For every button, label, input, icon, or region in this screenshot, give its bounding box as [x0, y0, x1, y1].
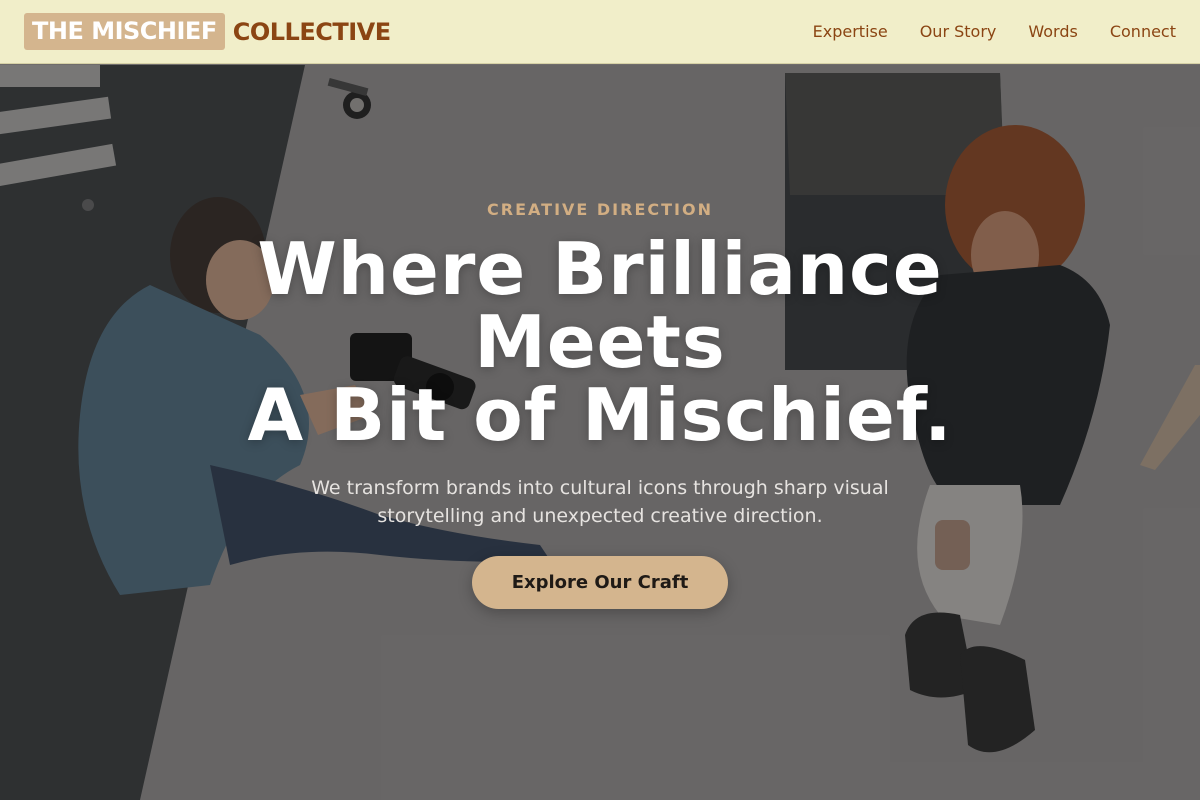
hero-section: CREATIVE DIRECTION Where Brilliance Meet… [0, 65, 1200, 800]
headline-line-3: A Bit of Mischief. [247, 373, 953, 457]
explore-craft-button[interactable]: Explore Our Craft [472, 556, 728, 609]
logo-wordmark: COLLECTIVE [232, 17, 391, 46]
headline-line-2: Meets [474, 300, 726, 384]
nav-link-connect[interactable]: Connect [1110, 22, 1176, 41]
nav-link-words[interactable]: Words [1028, 22, 1077, 41]
hero-subline: We transform brands into cultural icons … [280, 474, 920, 530]
nav-link-our-story[interactable]: Our Story [920, 22, 997, 41]
site-header: THE MISCHIEF COLLECTIVE Expertise Our St… [0, 0, 1200, 64]
subline-line-2: storytelling and unexpected creative dir… [377, 505, 823, 527]
logo-box-text: THE MISCHIEF [24, 13, 225, 50]
hero-content: CREATIVE DIRECTION Where Brilliance Meet… [0, 200, 1200, 609]
hero-eyebrow: CREATIVE DIRECTION [487, 200, 713, 219]
subline-line-1: We transform brands into cultural icons … [311, 477, 889, 499]
hero-headline: Where Brilliance Meets A Bit of Mischief… [240, 233, 960, 452]
logo[interactable]: THE MISCHIEF COLLECTIVE [24, 13, 391, 50]
main-nav: Expertise Our Story Words Connect [813, 22, 1176, 41]
nav-link-expertise[interactable]: Expertise [813, 22, 888, 41]
headline-line-1: Where Brilliance [257, 227, 943, 311]
